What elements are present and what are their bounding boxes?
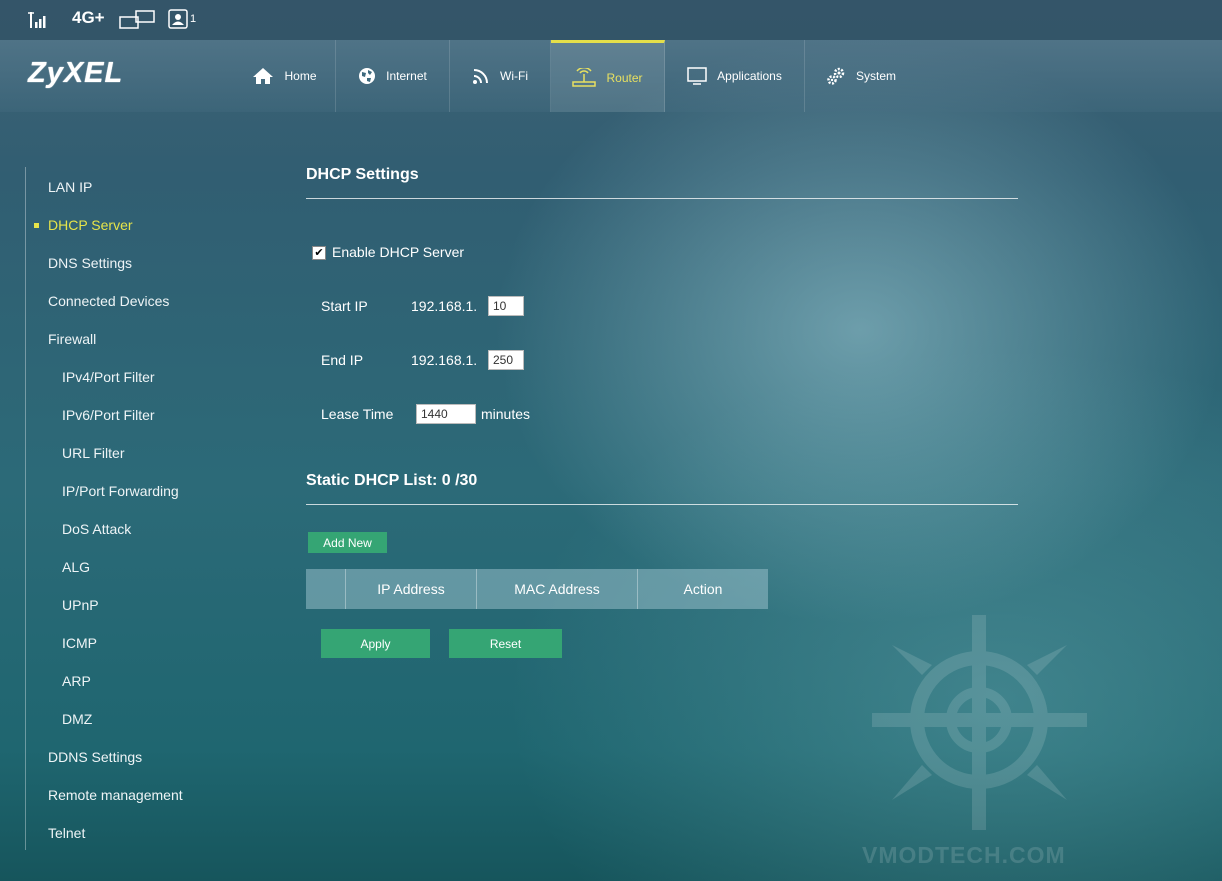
status-bar: 4G+ 1 — [0, 0, 1222, 40]
sidebar: LAN IP DHCP Server DNS Settings Connecte… — [25, 167, 226, 850]
sidebar-item-url-filter[interactable]: URL Filter — [62, 445, 125, 461]
nav-wifi-label: Wi-Fi — [500, 69, 528, 83]
signal-icon — [28, 10, 48, 35]
user-icon[interactable] — [168, 9, 188, 34]
sidebar-item-connected-devices[interactable]: Connected Devices — [48, 293, 169, 309]
enable-dhcp-checkbox[interactable]: ✔ — [312, 246, 326, 260]
nav-router-label: Router — [606, 70, 643, 85]
sidebar-item-ip-port-forwarding[interactable]: IP/Port Forwarding — [62, 483, 179, 499]
nav-internet-label: Internet — [386, 69, 427, 83]
dhcp-settings-title: DHCP Settings — [306, 166, 419, 183]
nav-router[interactable]: Router — [551, 40, 665, 112]
network-type: 4G+ — [72, 8, 105, 27]
router-icon — [572, 67, 597, 88]
lease-time-unit: minutes — [481, 406, 531, 422]
reset-button[interactable]: Reset — [449, 629, 562, 658]
sidebar-item-alg[interactable]: ALG — [62, 559, 90, 575]
column-header-index — [306, 569, 346, 609]
start-ip-label: Start IP — [321, 298, 368, 314]
enable-dhcp-label: Enable DHCP Server — [332, 244, 465, 260]
nav-home[interactable]: Home — [234, 40, 336, 112]
sidebar-item-dos-attack[interactable]: DoS Attack — [62, 521, 131, 537]
sidebar-item-ipv6-port-filter[interactable]: IPv6/Port Filter — [62, 407, 155, 423]
nav-home-label: Home — [284, 69, 317, 83]
end-ip-field[interactable] — [488, 350, 524, 370]
lease-time-label: Lease Time — [321, 406, 394, 422]
sidebar-item-dmz[interactable]: DMZ — [62, 711, 92, 727]
column-header-ip-address: IP Address — [346, 569, 477, 609]
nav-applications[interactable]: Applications — [665, 40, 805, 112]
globe-icon — [358, 67, 376, 85]
column-header-mac-address: MAC Address — [477, 569, 638, 609]
watermark-text: VMODTECH.COM — [862, 842, 1066, 868]
nav-internet[interactable]: Internet — [336, 40, 450, 112]
sidebar-item-ddns-settings[interactable]: DDNS Settings — [48, 749, 142, 765]
nav-system-label: System — [855, 69, 896, 83]
start-ip-field[interactable] — [488, 296, 524, 316]
home-icon — [252, 67, 274, 85]
gear-icon — [826, 66, 846, 86]
sms-icon[interactable] — [119, 10, 155, 35]
sidebar-item-icmp[interactable]: ICMP — [62, 635, 97, 651]
connected-clients-count: 1 — [190, 13, 197, 25]
apply-button[interactable]: Apply — [321, 629, 430, 658]
nav-wifi[interactable]: Wi-Fi — [450, 40, 551, 112]
monitor-icon — [687, 67, 707, 85]
sidebar-item-dhcp-server[interactable]: DHCP Server — [48, 217, 133, 233]
sidebar-item-lan-ip[interactable]: LAN IP — [48, 179, 92, 195]
sidebar-item-remote-management[interactable]: Remote management — [48, 787, 183, 803]
start-ip-prefix: 192.168.1. — [411, 298, 478, 314]
nav-system[interactable]: System — [805, 40, 917, 112]
column-header-action: Action — [683, 581, 723, 597]
nav-applications-label: Applications — [717, 69, 782, 83]
add-new-button[interactable]: Add New — [308, 532, 387, 553]
end-ip-prefix: 192.168.1. — [411, 352, 478, 368]
active-bullet-icon — [34, 223, 39, 228]
static-dhcp-table-header: IP Address MAC Address Action — [306, 569, 768, 609]
static-dhcp-list-title: Static DHCP List: 0 /30 — [306, 472, 478, 489]
sidebar-item-upnp[interactable]: UPnP — [62, 597, 99, 613]
sidebar-item-telnet[interactable]: Telnet — [48, 825, 85, 841]
sidebar-item-ipv4-port-filter[interactable]: IPv4/Port Filter — [62, 369, 155, 385]
watermark-emblem-icon — [872, 615, 1087, 845]
sidebar-item-dns-settings[interactable]: DNS Settings — [48, 255, 132, 271]
sidebar-item-firewall[interactable]: Firewall — [48, 331, 96, 347]
end-ip-label: End IP — [321, 352, 364, 368]
lease-time-field[interactable] — [416, 404, 476, 424]
section-divider — [306, 504, 1018, 505]
zyxel-logo: ZyXEL — [28, 57, 124, 89]
section-divider — [306, 198, 1018, 199]
sidebar-item-arp[interactable]: ARP — [62, 673, 91, 689]
wifi-icon — [472, 67, 490, 85]
